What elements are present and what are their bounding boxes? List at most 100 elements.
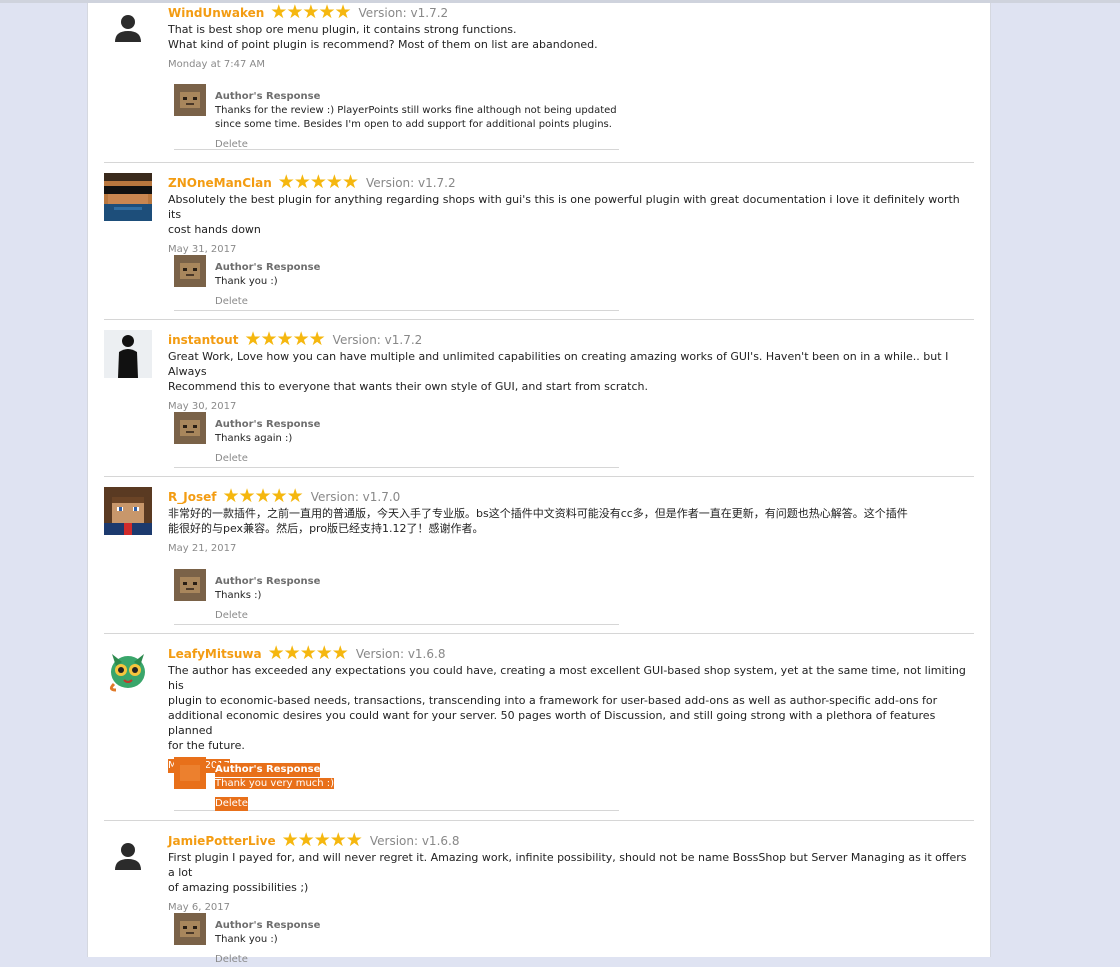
star-icon: ★ (297, 829, 315, 851)
review-text: Absolutely the best plugin for anything … (168, 192, 974, 237)
star-icon: ★ (345, 829, 363, 851)
review-text-line: What kind of point plugin is recommend? … (168, 38, 598, 51)
avatar[interactable] (104, 173, 152, 221)
star-icon: ★ (308, 328, 326, 350)
star-icon: ★ (309, 171, 327, 193)
star-icon: ★ (286, 1, 303, 23)
delete-link[interactable]: Delete (215, 138, 248, 152)
review-version: Version: v1.6.8 (355, 647, 446, 661)
avatar[interactable] (104, 6, 152, 54)
author-avatar[interactable] (174, 913, 206, 945)
star-icon: ★ (270, 485, 288, 507)
delete-link[interactable]: Delete (215, 452, 248, 466)
author-avatar[interactable] (174, 412, 206, 444)
avatar[interactable] (104, 330, 152, 378)
delete-link[interactable]: Delete (215, 295, 248, 309)
author-response: Author's Response Thank you very much :)… (174, 757, 619, 811)
review-divider (104, 476, 974, 477)
rating-stars: ★★★★★ (270, 1, 351, 23)
review-text: First plugin I payed for, and will never… (168, 850, 974, 895)
star-icon: ★ (302, 1, 319, 23)
review-text-line: additional economic desires you could wa… (168, 709, 936, 737)
review-version: Version: v1.7.0 (310, 490, 401, 504)
rating-stars: ★★★★★ (278, 171, 359, 193)
review-date[interactable]: Monday at 7:47 AM (168, 58, 265, 72)
review-text-line: Great Work, Love how you can have multip… (168, 350, 949, 378)
review-text-line: cost hands down (168, 223, 261, 236)
response-text-line: Thanks for the review :) PlayerPoints st… (215, 105, 617, 116)
response-text: Thanks :) (215, 589, 619, 603)
review-divider (104, 633, 974, 634)
response-title: Author's Response (215, 91, 321, 102)
author-avatar[interactable] (174, 84, 206, 116)
review-item: instantout ★★★★★ Version: v1.7.2 Great Wor… (104, 330, 974, 477)
star-icon: ★ (313, 829, 331, 851)
star-icon: ★ (299, 642, 317, 664)
response-text-line: Thank you very much :) (215, 778, 335, 789)
review-date[interactable]: May 21, 2017 (168, 542, 236, 556)
person-silhouette-icon (104, 6, 152, 54)
response-text: Thank you very much :) (215, 777, 619, 791)
review-username[interactable]: ZNOneManClan (168, 176, 272, 190)
response-text: Thank you :) (215, 933, 619, 947)
star-icon: ★ (325, 171, 343, 193)
star-icon: ★ (283, 642, 301, 664)
star-icon: ★ (281, 829, 299, 851)
delete-link[interactable]: Delete (215, 609, 248, 623)
star-icon: ★ (331, 642, 349, 664)
avatar[interactable] (104, 834, 152, 882)
star-icon: ★ (315, 642, 333, 664)
review-version: Version: v1.6.8 (369, 834, 460, 848)
review-divider (104, 162, 974, 163)
review-text: Great Work, Love how you can have multip… (168, 349, 974, 394)
person-silhouette-icon (104, 834, 152, 882)
review-text: That is best shop ore menu plugin, it co… (168, 22, 974, 52)
response-text: Thank you :) (215, 275, 619, 289)
response-title: Author's Response (215, 920, 321, 931)
response-text-line: since some time. Besides I'm open to add… (215, 119, 612, 130)
review-text-line: of amazing possibilities ;) (168, 881, 309, 894)
delete-link[interactable]: Delete (215, 797, 248, 811)
response-text-line: Thank you :) (215, 276, 278, 287)
review-text-line: 非常好的一款插件，之前一直用的普通版，今天入手了专业版。bs这个插件中文资料可能… (168, 507, 908, 520)
author-avatar[interactable] (174, 255, 206, 287)
star-icon: ★ (254, 485, 272, 507)
author-response: Author's Response Thanks :) Delete (174, 569, 619, 625)
avatar[interactable] (104, 487, 152, 535)
rating-stars: ★★★★★ (244, 328, 326, 350)
response-title: Author's Response (215, 262, 321, 273)
response-text: Thanks again :) (215, 432, 619, 446)
author-avatar[interactable] (174, 569, 206, 601)
star-icon: ★ (222, 485, 239, 507)
review-username[interactable]: WindUnwaken (168, 6, 264, 20)
review-text-line: for the future. (168, 739, 245, 752)
star-icon: ★ (318, 1, 335, 23)
avatar[interactable] (104, 644, 152, 692)
delete-link[interactable]: Delete (215, 953, 248, 967)
review-version: Version: v1.7.2 (332, 333, 423, 347)
review-username[interactable]: JamiePotterLive (168, 834, 276, 848)
star-icon: ★ (334, 1, 351, 23)
review-text: The author has exceeded any expectations… (168, 663, 974, 753)
review-username[interactable]: instantout (168, 333, 238, 347)
response-title: Author's Response (215, 763, 321, 777)
author-response: Author's Response Thanks again :) Delete (174, 412, 619, 468)
star-icon: ★ (276, 328, 294, 350)
author-response: Author's Response Thank you :) Delete (174, 255, 619, 311)
review-text-line: First plugin I payed for, and will never… (168, 851, 967, 879)
star-icon: ★ (267, 642, 285, 664)
response-text: Thanks for the review :) PlayerPoints st… (215, 104, 619, 132)
reviews-page: WindUnwaken ★★★★★ Version: v1.7.2 That is … (87, 1, 991, 965)
review-text-line: 能很好的与pex兼容。然后，pro版已经支持1.12了！感谢作者。 (168, 522, 484, 535)
review-item: JamiePotterLive ★★★★★ Version: v1.6.8 Firs… (104, 829, 974, 965)
review-username[interactable]: R_Josef (168, 490, 216, 504)
review-text-line: The author has exceeded any expectations… (168, 664, 966, 692)
review-divider (104, 319, 974, 320)
star-icon: ★ (270, 1, 287, 23)
rating-stars: ★★★★★ (267, 642, 349, 664)
review-username[interactable]: LeafyMitsuwa (168, 647, 262, 661)
response-title: Author's Response (215, 419, 321, 430)
author-avatar[interactable] (174, 757, 206, 789)
review-version: Version: v1.7.2 (358, 6, 449, 20)
author-response: Author's Response Thanks for the review … (174, 84, 619, 150)
